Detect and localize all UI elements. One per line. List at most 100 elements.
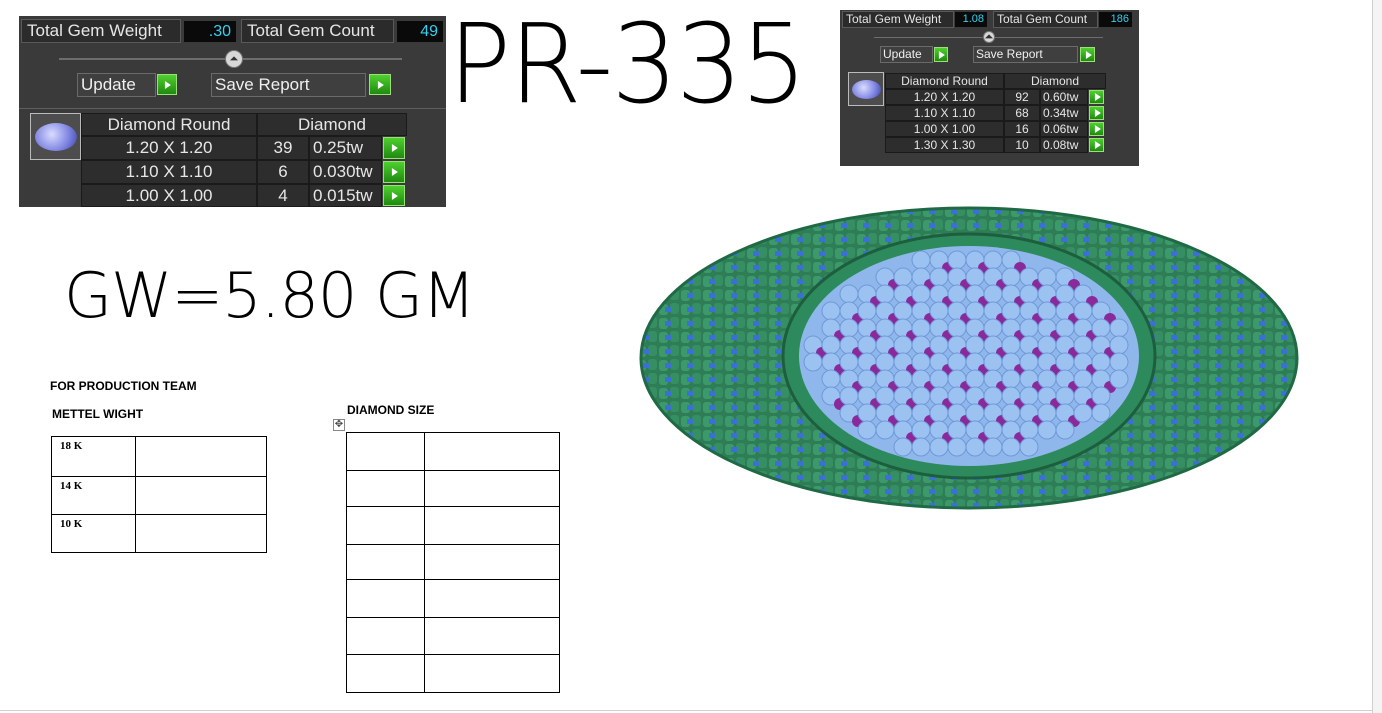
blue-stone (947, 420, 967, 440)
blue-stone (893, 335, 913, 355)
row-size: 1.10 X 1.10 (81, 160, 257, 184)
row-go-icon[interactable] (1089, 138, 1104, 152)
table-row: 14 K (51, 476, 267, 515)
collapse-knob-icon[interactable] (225, 50, 243, 68)
update-button[interactable]: Update (77, 73, 156, 97)
row-go-icon[interactable] (383, 161, 405, 183)
row-count: 4 (257, 184, 309, 207)
collapse-knob-icon[interactable] (983, 31, 995, 43)
table-row (346, 544, 560, 580)
row-size: 1.00 X 1.00 (885, 121, 1004, 137)
blue-stone (983, 250, 1003, 270)
blue-stone (1055, 386, 1075, 406)
blue-stone (857, 403, 877, 423)
update-button[interactable]: Update (880, 46, 933, 63)
total-gem-weight-label: Total Gem Weight (842, 11, 954, 28)
blue-stone (983, 437, 1003, 457)
row-count: 6 (257, 160, 309, 184)
total-gem-weight-label: Total Gem Weight (21, 19, 181, 43)
metal-weight-cell[interactable] (135, 514, 267, 553)
table-cell[interactable] (346, 579, 425, 618)
row-go-icon[interactable] (1089, 106, 1104, 120)
save-report-button[interactable]: Save Report (211, 73, 366, 97)
row-go-icon[interactable] (383, 185, 405, 206)
blue-stone (1073, 369, 1093, 389)
blue-stone (803, 352, 823, 372)
table-cell[interactable] (424, 617, 560, 655)
table-cell[interactable] (346, 470, 425, 507)
blue-stone (983, 420, 1003, 440)
row-count: 39 (257, 136, 309, 160)
metal-weight-cell[interactable] (135, 476, 267, 515)
total-gem-count-value: 49 (397, 21, 443, 42)
table-cell[interactable] (424, 544, 560, 580)
row-go-icon[interactable] (1089, 90, 1104, 104)
row-size: 1.10 X 1.10 (885, 105, 1004, 121)
table-cell[interactable] (424, 432, 560, 471)
blue-stone (929, 437, 949, 457)
diamond-size-table (346, 432, 560, 693)
row-weight: 0.60tw (1040, 89, 1088, 105)
blue-stone (839, 352, 859, 372)
table-cell[interactable] (424, 654, 560, 693)
production-heading: FOR PRODUCTION TEAM (50, 379, 197, 393)
save-report-go-icon[interactable] (369, 74, 391, 95)
row-go-icon[interactable] (383, 137, 405, 159)
blue-stone (875, 318, 895, 338)
metal-karat-cell: 10 K (51, 514, 136, 553)
blue-stone (947, 284, 967, 304)
blue-stone (1001, 335, 1021, 355)
blue-stone (857, 369, 877, 389)
blue-stone (1001, 301, 1021, 321)
column-header-type: Diamond (1004, 73, 1106, 89)
blue-stone (893, 403, 913, 423)
blue-stone (947, 386, 967, 406)
table-move-handle-icon[interactable]: ✥ (333, 419, 345, 431)
save-report-go-icon[interactable] (1080, 47, 1095, 62)
table-cell[interactable] (346, 654, 425, 693)
blue-stone (965, 369, 985, 389)
row-size: 1.20 X 1.20 (81, 136, 257, 160)
blue-stone (1019, 352, 1039, 372)
blue-stone (821, 369, 841, 389)
column-header-type: Diamond (257, 113, 407, 136)
blue-stone (821, 301, 841, 321)
table-cell[interactable] (346, 506, 425, 545)
blue-stone (1019, 437, 1039, 457)
blue-stone (911, 420, 931, 440)
row-go-icon[interactable] (1089, 122, 1104, 136)
blue-stone (911, 437, 931, 457)
metal-weight-cell[interactable] (135, 436, 267, 477)
row-size: 1.30 X 1.30 (885, 137, 1004, 153)
table-cell[interactable] (424, 506, 560, 545)
blue-stone (1055, 352, 1075, 372)
blue-stone (1091, 386, 1111, 406)
update-go-icon[interactable] (934, 47, 948, 62)
table-row (346, 617, 560, 655)
diamond-round-icon (848, 72, 884, 106)
table-cell[interactable] (424, 579, 560, 618)
blue-stone (983, 386, 1003, 406)
blue-stone (965, 335, 985, 355)
blue-stone (857, 420, 877, 440)
ring-render-image (639, 206, 1299, 510)
blue-stone (1109, 352, 1129, 372)
table-row (346, 470, 560, 507)
update-go-icon[interactable] (157, 74, 177, 95)
blue-stone (839, 386, 859, 406)
table-cell[interactable] (346, 617, 425, 655)
vertical-scrollbar[interactable] (1372, 0, 1382, 713)
blue-stone (965, 267, 985, 287)
table-cell[interactable] (346, 544, 425, 580)
row-count: 16 (1004, 121, 1040, 137)
table-cell[interactable] (424, 470, 560, 507)
save-report-button[interactable]: Save Report (973, 46, 1078, 63)
blue-stone (929, 403, 949, 423)
blue-stone (983, 284, 1003, 304)
blue-stone (1037, 403, 1057, 423)
table-cell[interactable] (346, 432, 425, 471)
blue-stone (821, 335, 841, 355)
blue-stone (1091, 318, 1111, 338)
blue-stone (1073, 335, 1093, 355)
blue-stone (1001, 369, 1021, 389)
